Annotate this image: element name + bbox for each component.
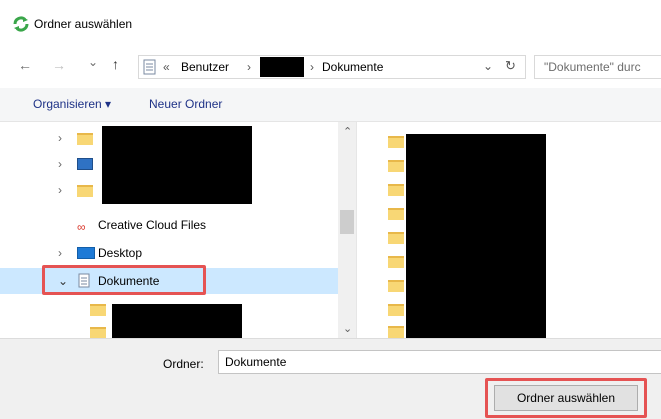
folder-field[interactable] (218, 350, 661, 374)
search-placeholder: "Dokumente" durc (544, 60, 641, 74)
chevron-right-icon: › (247, 60, 251, 74)
folder-icon[interactable] (388, 304, 404, 316)
folder-icon[interactable] (388, 232, 404, 244)
navigation-tree: › › › ∞ Creative Cloud Files › Desktop ⌄… (0, 122, 338, 339)
scrollbar-thumb[interactable] (340, 210, 354, 234)
folder-icon[interactable] (388, 160, 404, 172)
folder-icon[interactable] (388, 256, 404, 268)
chevron-right-icon[interactable]: › (58, 157, 62, 171)
folder-icon[interactable] (388, 184, 404, 196)
breadcrumb-overflow[interactable]: « (163, 60, 170, 74)
up-button[interactable]: ↑ (112, 56, 119, 72)
folder-field-label: Ordner: (163, 357, 204, 371)
redacted-username (260, 57, 304, 77)
desktop-icon (77, 247, 95, 259)
folder-icon[interactable] (388, 280, 404, 292)
scroll-up-button[interactable]: ⌃ (343, 125, 352, 138)
chevron-right-icon: › (310, 60, 314, 74)
folder-icon[interactable] (388, 208, 404, 220)
folder-icon[interactable] (388, 326, 404, 338)
image-folder-icon (77, 158, 93, 170)
tree-item-label: Desktop (98, 246, 143, 260)
chevron-right-icon[interactable]: › (58, 246, 62, 260)
folder-icon (77, 185, 93, 197)
folder-icon (90, 304, 106, 316)
creative-cloud-icon: ∞ (77, 220, 86, 234)
redacted-subfolders (112, 304, 242, 338)
address-dropdown-button[interactable]: ⌄ (483, 59, 493, 73)
highlight-dokumente (42, 265, 206, 295)
organize-button[interactable]: Organisieren ▾ (33, 97, 111, 111)
folder-icon (77, 133, 93, 145)
recent-locations-button[interactable]: ⌄ (88, 55, 98, 69)
chevron-right-icon[interactable]: › (58, 183, 62, 197)
window-title: Ordner auswählen (34, 17, 133, 31)
refresh-green-icon (13, 16, 29, 32)
breadcrumb-benutzer[interactable]: Benutzer (181, 60, 229, 74)
highlight-select-button (485, 378, 647, 418)
redacted-file-list (406, 134, 546, 338)
forward-button[interactable]: → (52, 57, 66, 73)
folder-icon[interactable] (388, 136, 404, 148)
tree-item-label: Creative Cloud Files (98, 218, 207, 232)
tree-item-desktop[interactable]: › Desktop (0, 240, 338, 266)
scroll-down-button[interactable]: ⌄ (343, 322, 352, 335)
documents-icon (143, 59, 156, 75)
back-button[interactable]: ← (18, 57, 32, 73)
redacted-tree-items (102, 126, 252, 204)
chevron-right-icon[interactable]: › (58, 131, 62, 145)
tree-item-creative-cloud[interactable]: ∞ Creative Cloud Files (0, 212, 338, 238)
new-folder-button[interactable]: Neuer Ordner (149, 97, 222, 111)
refresh-button[interactable]: ↻ (505, 58, 516, 74)
breadcrumb-dokumente[interactable]: Dokumente (322, 60, 383, 74)
